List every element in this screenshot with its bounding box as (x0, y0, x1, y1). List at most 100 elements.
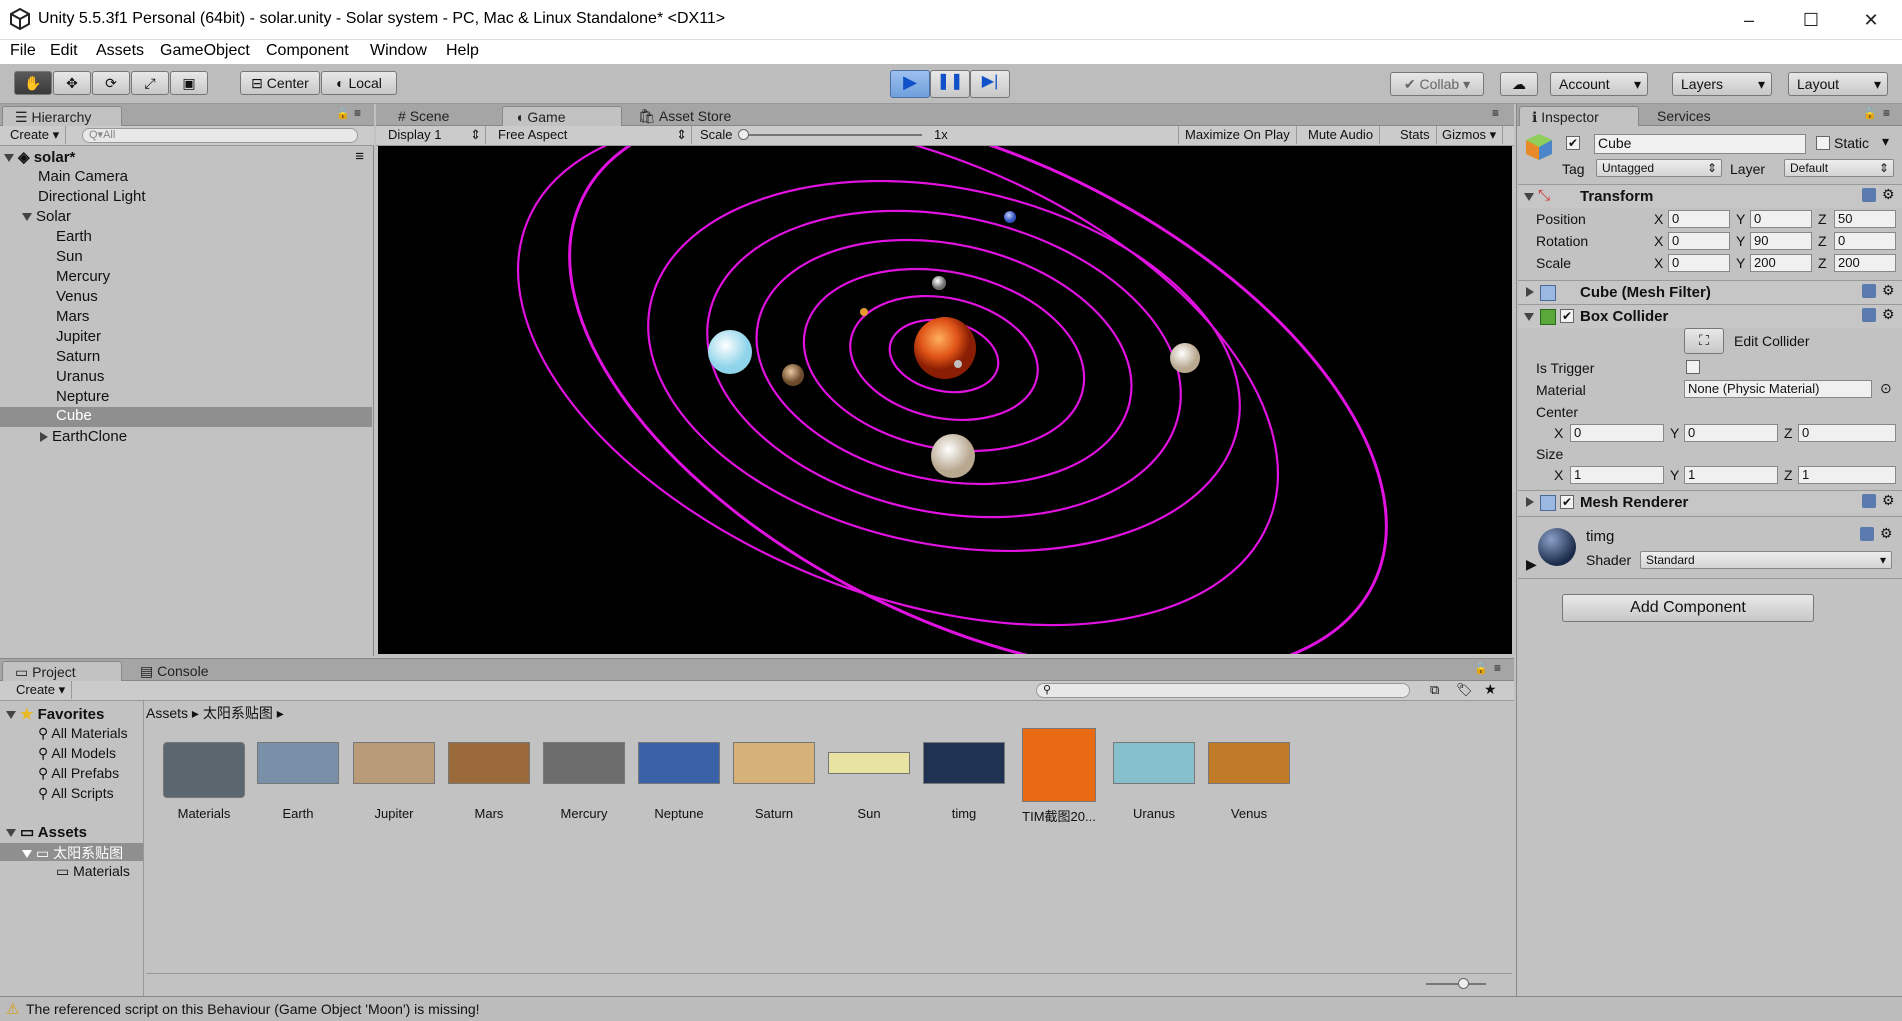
hierarchy-item-saturn[interactable]: Saturn (56, 348, 100, 365)
shader-dropdown[interactable]: Standard ▾ (1640, 551, 1892, 569)
game-viewport[interactable] (378, 146, 1512, 654)
rect-tool-icon[interactable]: ▣ (170, 71, 208, 95)
breadcrumb-folder[interactable]: 太阳系贴图 (203, 705, 273, 721)
asset-venus[interactable]: Venus (1207, 742, 1291, 821)
hierarchy-item-directional-light[interactable]: Directional Light (38, 188, 146, 205)
hierarchy-item-jupiter[interactable]: Jupiter (56, 328, 101, 345)
favorite-all-scripts[interactable]: ⚲ All Scripts (38, 785, 114, 802)
breadcrumb-assets[interactable]: Assets (146, 705, 188, 721)
asset-uranus[interactable]: Uranus (1112, 742, 1196, 821)
create-dropdown[interactable]: Create ▾ (4, 126, 67, 144)
object-picker-icon[interactable]: ⊙ (1880, 380, 1892, 397)
panel-menu-icon[interactable]: ≡ (354, 106, 361, 120)
gear-icon[interactable]: ⚙ (1882, 306, 1895, 323)
static-checkbox[interactable] (1816, 136, 1830, 150)
mesh-renderer-header[interactable]: ✔ Mesh Renderer ⚙ (1518, 490, 1902, 514)
hierarchy-item-mercury[interactable]: Mercury (56, 268, 110, 285)
thumbnail-size-slider-handle[interactable] (1458, 978, 1469, 989)
help-book-icon[interactable] (1862, 188, 1876, 202)
hierarchy-item-sun[interactable]: Sun (56, 248, 83, 265)
center-y-field[interactable]: 0 (1684, 424, 1778, 442)
is-trigger-checkbox[interactable] (1686, 360, 1700, 374)
scale-slider-handle[interactable] (738, 129, 749, 140)
scene-menu-icon[interactable]: ≡ (355, 148, 364, 165)
play-button[interactable]: ▶ (890, 70, 930, 98)
rotation-x-field[interactable]: 0 (1668, 232, 1730, 250)
menu-window[interactable]: Window (370, 42, 427, 60)
box-collider-enabled-checkbox[interactable]: ✔ (1560, 309, 1574, 323)
lock-icon[interactable]: 🔒 (336, 107, 350, 120)
tag-dropdown[interactable]: Untagged ⇕ (1596, 159, 1722, 177)
aspect-dropdown[interactable]: Free Aspect ⇕ (492, 126, 692, 144)
chevron-down-icon[interactable]: ▾ (1882, 133, 1889, 150)
panel-menu-icon[interactable]: ≡ (1494, 661, 1501, 675)
add-component-button[interactable]: Add Component (1562, 594, 1814, 622)
asset-tim-screenshot[interactable]: TIM截图20... (1017, 728, 1101, 825)
help-book-icon[interactable] (1860, 527, 1874, 541)
pivot-center-button[interactable]: ⊟ Center (240, 71, 320, 95)
tab-project[interactable]: ▭ Project (2, 661, 122, 681)
active-checkbox[interactable]: ✔ (1566, 136, 1580, 150)
hierarchy-search-input[interactable]: Q▾All (82, 128, 358, 143)
hand-tool-icon[interactable]: ✋ (14, 71, 52, 95)
help-book-icon[interactable] (1862, 284, 1876, 298)
transform-header[interactable]: ⤡ Transform ⚙ (1518, 184, 1902, 208)
asset-materials-folder[interactable]: Materials (162, 742, 246, 821)
position-y-field[interactable]: 0 (1750, 210, 1812, 228)
stats-toggle[interactable]: Stats (1394, 126, 1437, 144)
tab-asset-store[interactable]: 🛍 Asset Store (626, 106, 743, 126)
hierarchy-item-mars[interactable]: Mars (56, 308, 89, 325)
object-name-input[interactable]: Cube (1594, 134, 1806, 154)
project-search-input[interactable]: ⚲ (1036, 683, 1410, 698)
asset-timg[interactable]: timg (922, 742, 1006, 821)
help-book-icon[interactable] (1862, 308, 1876, 322)
menu-component[interactable]: Component (266, 42, 349, 60)
physic-material-field[interactable]: None (Physic Material) (1684, 380, 1872, 398)
tab-console[interactable]: ▤ Console (128, 661, 221, 681)
gizmos-dropdown[interactable]: Gizmos ▾ (1436, 126, 1504, 144)
move-tool-icon[interactable]: ✥ (53, 71, 91, 95)
asset-mars[interactable]: Mars (447, 742, 531, 821)
panel-menu-icon[interactable]: ≡ (1492, 106, 1499, 120)
assets-root-row[interactable]: ▭ Assets (6, 823, 87, 841)
cloud-button[interactable]: ☁ (1500, 72, 1538, 96)
mesh-renderer-enabled-checkbox[interactable]: ✔ (1560, 495, 1574, 509)
mute-audio-toggle[interactable]: Mute Audio (1302, 126, 1381, 144)
menu-gameobject[interactable]: GameObject (160, 42, 250, 60)
tab-inspector[interactable]: ℹ Inspector (1519, 106, 1639, 126)
create-dropdown[interactable]: Create ▾ (10, 681, 73, 699)
asset-jupiter[interactable]: Jupiter (352, 742, 436, 821)
hierarchy-item-cube[interactable]: Cube (0, 407, 372, 427)
favorite-all-materials[interactable]: ⚲ All Materials (38, 725, 128, 742)
favorite-all-models[interactable]: ⚲ All Models (38, 745, 116, 762)
scale-x-field[interactable]: 0 (1668, 254, 1730, 272)
size-z-field[interactable]: 1 (1798, 466, 1896, 484)
scale-tool-icon[interactable]: ⤢ (131, 71, 169, 95)
gear-icon[interactable]: ⚙ (1882, 492, 1895, 509)
gear-icon[interactable]: ⚙ (1882, 282, 1895, 299)
position-x-field[interactable]: 0 (1668, 210, 1730, 228)
asset-mercury[interactable]: Mercury (542, 742, 626, 821)
status-bar[interactable]: ⚠ The referenced script on this Behaviou… (0, 996, 1902, 1021)
layers-dropdown[interactable]: Layers ▾ (1672, 72, 1772, 96)
scale-z-field[interactable]: 200 (1834, 254, 1896, 272)
position-z-field[interactable]: 50 (1834, 210, 1896, 228)
center-x-field[interactable]: 0 (1570, 424, 1664, 442)
tab-game[interactable]: ◖ Game (502, 106, 622, 126)
lock-icon[interactable]: 🔒 (1863, 107, 1877, 120)
asset-sun[interactable]: Sun (827, 742, 911, 821)
lock-icon[interactable]: 🔒 (1474, 662, 1488, 675)
hierarchy-item-solar[interactable]: Solar (22, 208, 71, 225)
menu-help[interactable]: Help (446, 42, 479, 60)
hierarchy-item-nepture[interactable]: Nepture (56, 388, 109, 405)
hierarchy-item-uranus[interactable]: Uranus (56, 368, 104, 385)
tab-hierarchy[interactable]: ☰ Hierarchy (2, 106, 122, 126)
favorites-row[interactable]: ★ Favorites (6, 705, 104, 723)
gear-icon[interactable]: ⚙ (1882, 186, 1895, 203)
maximize-icon[interactable]: ☐ (1796, 8, 1826, 32)
asset-saturn[interactable]: Saturn (732, 742, 816, 821)
layer-dropdown[interactable]: Default ⇕ (1784, 159, 1894, 177)
help-book-icon[interactable] (1862, 494, 1876, 508)
rotation-y-field[interactable]: 90 (1750, 232, 1812, 250)
gear-icon[interactable]: ⚙ (1880, 525, 1893, 542)
